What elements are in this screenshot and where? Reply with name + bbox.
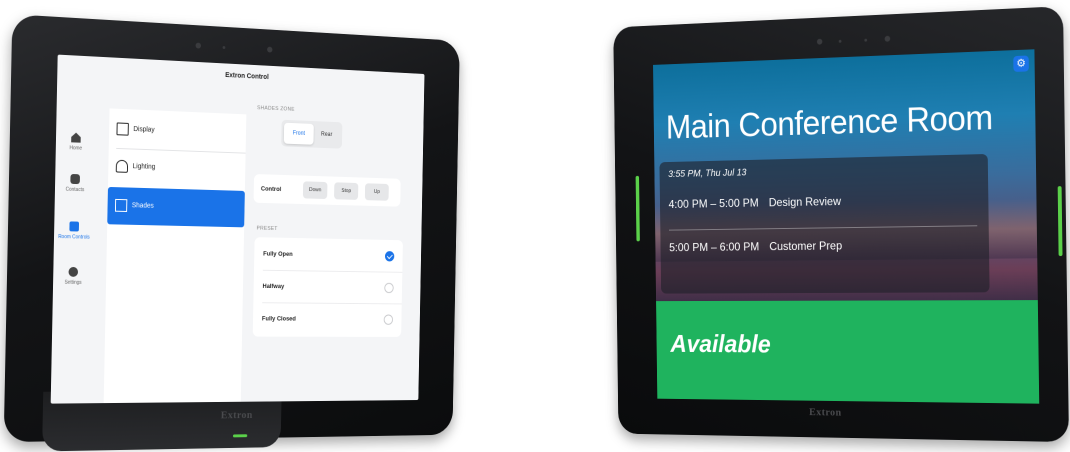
room-control-tablet: Extron Control Home Contacts Room Contro… <box>3 14 460 452</box>
check-icon <box>384 251 395 262</box>
room-name: Main Conference Room <box>665 98 993 147</box>
nav-label: Contacts <box>65 186 85 194</box>
meeting-item[interactable]: 5:00 PM – 6:00 PM Customer Prep <box>669 239 842 254</box>
preset-fully-closed[interactable]: Fully Closed <box>253 304 402 335</box>
brand-logo: Extron <box>809 406 842 419</box>
room-scheduling-tablet: ⚙ Main Conference Room 3:55 PM, Thu Jul … <box>613 6 1069 443</box>
shade-up-button[interactable]: Up <box>364 183 389 201</box>
meeting-time: 5:00 PM – 6:00 PM <box>669 239 760 255</box>
preset-label: Fully Closed <box>261 315 296 323</box>
control-label: Control <box>260 185 282 193</box>
preset-label: Halfway <box>262 283 285 291</box>
camera-lens <box>816 38 823 45</box>
nav-item-contacts[interactable]: Contacts <box>55 173 95 193</box>
nav-label: Settings <box>64 279 82 286</box>
sensor <box>222 46 226 50</box>
nav-item-settings[interactable]: Settings <box>53 266 93 286</box>
device-item-lighting[interactable]: Lighting <box>108 150 246 188</box>
nav-rail: Home Contacts Room Controls Settings <box>56 114 96 286</box>
gear-icon: ⚙ <box>1016 57 1026 70</box>
meeting-time: 4:00 PM – 5:00 PM <box>668 195 759 211</box>
sensor <box>838 39 842 43</box>
divider <box>668 225 978 231</box>
display-icon <box>116 122 129 136</box>
schedule-panel: 3:55 PM, Thu Jul 13 4:00 PM – 5:00 PM De… <box>659 153 990 294</box>
gear-icon <box>68 266 79 277</box>
preset-list: Fully Open Halfway Fully Closed <box>252 237 403 337</box>
status-banner: Available <box>656 300 1040 404</box>
lighting-icon <box>115 159 129 173</box>
current-time: 3:55 PM, Thu Jul 13 <box>668 167 747 180</box>
meeting-title: Design Review <box>768 194 842 210</box>
nav-label: Home <box>69 145 83 152</box>
shade-stop-button[interactable]: Stop <box>334 182 359 200</box>
zone-rear-button[interactable]: Rear <box>313 124 339 146</box>
section-title: SHADES ZONE <box>257 105 295 113</box>
room-controls-icon <box>69 221 80 232</box>
shade-down-button[interactable]: Down <box>302 181 328 200</box>
zone-segmented-control: Front Rear <box>281 119 343 149</box>
device-label: Display <box>133 126 155 134</box>
control-screen: Extron Control Home Contacts Room Contro… <box>50 54 425 404</box>
nav-label: Room Controls <box>58 234 90 241</box>
contacts-icon <box>70 173 80 185</box>
section-title: PRESET <box>256 225 278 232</box>
radio-icon <box>384 282 394 294</box>
preset-fully-open[interactable]: Fully Open <box>254 239 403 272</box>
home-icon <box>71 132 81 142</box>
camera-lens <box>884 35 891 42</box>
shades-panel: SHADES ZONE Front Rear Control Down Stop… <box>250 101 424 403</box>
shades-icon <box>114 198 128 212</box>
preset-halfway[interactable]: Halfway <box>253 272 402 304</box>
device-list: Display Lighting Shades <box>103 108 247 404</box>
app-title: Extron Control <box>225 72 269 82</box>
camera-lens <box>195 42 202 49</box>
device-item-shades[interactable]: Shades <box>107 186 245 228</box>
availability-status: Available <box>670 329 771 359</box>
scheduling-screen: ⚙ Main Conference Room 3:55 PM, Thu Jul … <box>653 49 1040 404</box>
device-label: Lighting <box>132 163 156 171</box>
preset-label: Fully Open <box>263 250 293 258</box>
nav-item-room-controls[interactable]: Room Controls <box>54 221 94 241</box>
side-led <box>1057 186 1063 257</box>
brand-logo: Extron <box>220 409 253 422</box>
radio-icon <box>383 314 394 325</box>
control-card: Control Down Stop Up <box>253 174 401 207</box>
sensor <box>864 38 868 42</box>
device-item-display[interactable]: Display <box>109 112 246 150</box>
camera-lens <box>267 46 273 53</box>
nav-item-home[interactable]: Home <box>56 132 96 152</box>
meeting-title: Customer Prep <box>769 238 843 254</box>
device-label: Shades <box>131 202 154 210</box>
settings-button[interactable]: ⚙ <box>1013 55 1029 72</box>
zone-front-button[interactable]: Front <box>283 122 314 145</box>
meeting-item[interactable]: 4:00 PM – 5:00 PM Design Review <box>669 194 841 211</box>
side-led <box>635 175 640 242</box>
status-led <box>232 434 248 438</box>
